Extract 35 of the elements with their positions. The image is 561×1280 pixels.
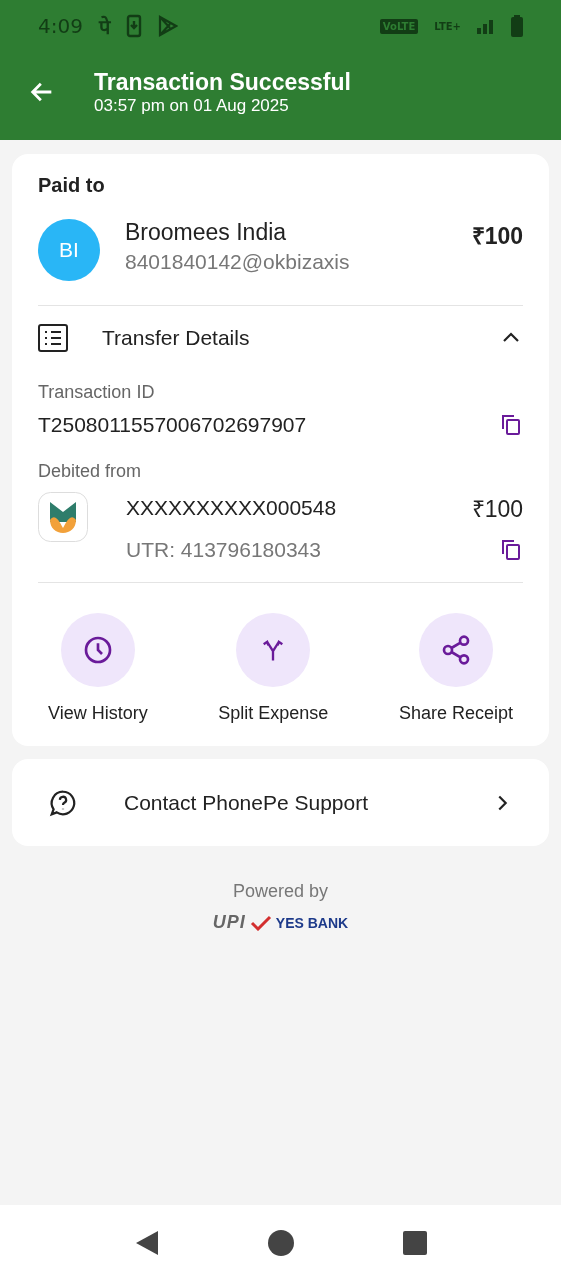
signal-icon [477, 18, 495, 34]
status-time: 4:09 [38, 14, 83, 38]
upi-logo: UPI [212, 912, 246, 933]
account-number: XXXXXXXXXX000548 [126, 496, 338, 520]
bank-logo [38, 492, 88, 542]
debited-amount: ₹100 [471, 495, 523, 524]
tick-icon [249, 914, 272, 931]
paid-to-heading: Paid to [38, 174, 106, 197]
action-button[interactable]: Share Receipt [398, 613, 513, 724]
bank-name-logo: YES BANK [275, 914, 349, 931]
home-nav-button[interactable] [267, 1228, 296, 1257]
play-store-icon [157, 15, 178, 37]
network-type: LTE+ [434, 20, 461, 32]
list-icon [38, 324, 68, 352]
transfer-details-title: Transfer Details [102, 326, 251, 350]
battery-icon [511, 15, 523, 37]
page-title: Transaction Successful [94, 68, 351, 96]
notification-icon: पे [98, 12, 110, 40]
copy-button[interactable] [499, 413, 523, 437]
recents-nav-button[interactable] [403, 1230, 428, 1255]
payment-amount: ₹100 [471, 222, 523, 251]
transaction-id: T2508011557006702697907 [38, 413, 308, 437]
utr-number: UTR: 413796180343 [126, 538, 322, 562]
volte-icon: VoLTE [379, 18, 419, 34]
transaction-id-label: Transaction ID [38, 382, 156, 403]
payee-avatar: BI [38, 219, 100, 281]
download-icon [125, 14, 142, 38]
powered-by-text: Powered by [232, 881, 329, 902]
copy-button[interactable] [499, 538, 523, 562]
transaction-time: 03:57 pm on 01 Aug 2025 [94, 95, 290, 116]
payee-name: Broomees India [125, 219, 288, 246]
support-button[interactable]: Contact PhonePe Support [12, 759, 549, 846]
debited-from-label: Debited from [38, 461, 143, 482]
payee-upi-id: 8401840142@okbizaxis [125, 250, 351, 274]
action-button[interactable]: Split Expense [218, 613, 329, 724]
